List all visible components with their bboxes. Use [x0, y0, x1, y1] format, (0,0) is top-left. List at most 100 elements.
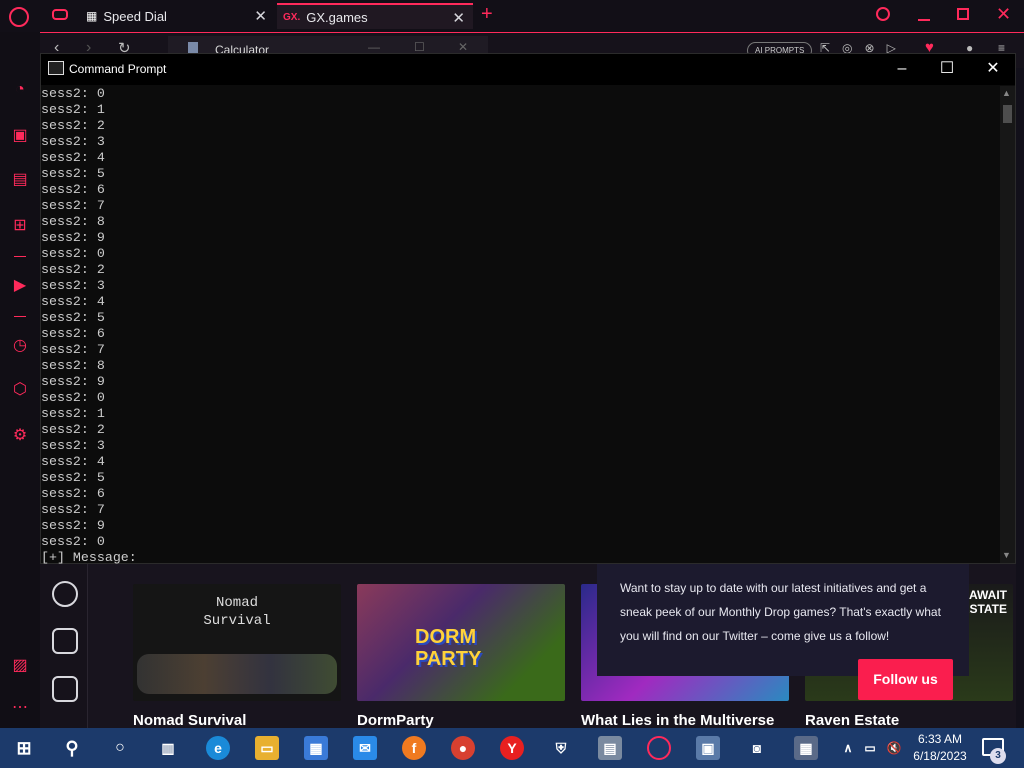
cmd-output-line: sess2: 4: [41, 150, 105, 165]
game-card-dormparty[interactable]: DORM PARTY: [357, 584, 565, 701]
cmd-output-line: sess2: 0: [41, 390, 105, 405]
cmd-output[interactable]: sess2: 0 sess2: 1 sess2: 2 sess2: 3 sess2: 4…: [41, 86, 1001, 564]
edge-icon[interactable]: e: [206, 736, 230, 760]
cmd-output-line: sess2: 9: [41, 374, 105, 389]
game-title[interactable]: Nomad Survival: [133, 712, 246, 729]
gx-logo-icon: GX.: [283, 11, 301, 23]
cpu-icon[interactable]: ⊞: [10, 216, 30, 236]
volume-muted-icon[interactable]: 🔇: [882, 736, 906, 760]
clock[interactable]: 6:33 AM 6/18/2023: [908, 731, 972, 765]
follow-us-button[interactable]: Follow us: [858, 659, 953, 700]
more-icon[interactable]: ⋯: [10, 698, 30, 718]
hourglass-icon[interactable]: [52, 676, 78, 702]
hand-icon[interactable]: [52, 628, 78, 654]
calc-maximize-icon[interactable]: ☐: [414, 40, 425, 54]
sidebar-divider: [14, 256, 26, 257]
tab-speed-dial[interactable]: ▦ Speed Dial ✕: [80, 3, 275, 29]
player-icon[interactable]: ▶: [10, 276, 30, 296]
yandex-icon[interactable]: Y: [500, 736, 524, 760]
search-icon[interactable]: [876, 7, 890, 21]
cmd-output-line: sess2: 3: [41, 438, 105, 453]
command-prompt-window[interactable]: Command Prompt – ☐ ✕ sess2: 0 sess2: 1 ses…: [40, 53, 1016, 564]
cmd-scrollbar[interactable]: ▲ ▼: [1000, 86, 1015, 563]
cmd-output-line: sess2: 5: [41, 310, 105, 325]
tab-label: Speed Dial: [103, 8, 167, 24]
opera-menu-icon[interactable]: [9, 7, 29, 27]
cmd-minimize-button[interactable]: –: [887, 58, 917, 80]
calculator-taskbar-icon[interactable]: ▦: [794, 736, 818, 760]
start-windows-icon[interactable]: ⊞: [12, 736, 36, 760]
cmd-title-bar[interactable]: Command Prompt – ☐ ✕: [41, 54, 1015, 85]
security-shield-icon[interactable]: ⛨: [549, 736, 573, 760]
minimize-browser-icon[interactable]: [918, 19, 930, 21]
close-browser-icon[interactable]: ✕: [996, 4, 1011, 25]
clock-time: 6:33 AM: [917, 732, 963, 746]
tray-chevron-icon[interactable]: ∧: [836, 736, 860, 760]
scroll-up-icon[interactable]: ▲: [1002, 88, 1011, 98]
network-icon[interactable]: ▭: [858, 736, 882, 760]
cmd-icon: [48, 61, 64, 75]
image-icon[interactable]: ▨: [10, 656, 30, 676]
game-title[interactable]: Raven Estate: [805, 712, 899, 729]
cmd-output-line: sess2: 6: [41, 486, 105, 501]
clock-date: 6/18/2023: [913, 749, 967, 763]
speedometer-icon[interactable]: ◔: [10, 80, 30, 100]
scroll-thumb[interactable]: [1003, 105, 1012, 123]
tab-gx-games[interactable]: GX. GX.games ✕: [277, 3, 473, 29]
game-title[interactable]: DormParty: [357, 712, 434, 729]
calc-close-icon[interactable]: ✕: [458, 40, 468, 54]
new-tab-button[interactable]: +: [481, 3, 493, 26]
gear-icon[interactable]: ⚙: [10, 426, 30, 446]
scroll-down-icon[interactable]: ▼: [1002, 550, 1011, 560]
cmd-output-line: sess2: 3: [41, 134, 105, 149]
cmd-output-line: sess2: 2: [41, 422, 105, 437]
cmd-output-line: sess2: 0: [41, 86, 105, 101]
cmd-output-line: sess2: 9: [41, 518, 105, 533]
firefox-icon[interactable]: f: [402, 736, 426, 760]
cmd-output-line: sess2: 3: [41, 278, 105, 293]
restore-browser-icon[interactable]: [957, 8, 969, 20]
cmd-output-line: sess2: 4: [41, 454, 105, 469]
cmd-title: Command Prompt: [69, 62, 167, 76]
close-tab-icon[interactable]: ✕: [254, 7, 267, 25]
cmd-output-line: sess2: 7: [41, 342, 105, 357]
cmd-output-line: sess2: 8: [41, 358, 105, 373]
cmd-output-line: sess2: 6: [41, 182, 105, 197]
cmd-maximize-button[interactable]: ☐: [932, 58, 962, 80]
history-icon[interactable]: ◷: [10, 336, 30, 356]
twitch-icon[interactable]: ▤: [10, 170, 30, 190]
cmd-close-button[interactable]: ✕: [978, 58, 1008, 80]
cmd-output-line: sess2: 2: [41, 118, 105, 133]
cmd-output-line: sess2: 1: [41, 406, 105, 421]
tab-label: GX.games: [306, 9, 368, 25]
calc-minimize-icon[interactable]: —: [368, 40, 380, 54]
close-tab-icon[interactable]: ✕: [452, 9, 465, 27]
chrome-icon[interactable]: ●: [451, 736, 475, 760]
bag-icon[interactable]: ▣: [10, 126, 30, 146]
game-title[interactable]: What Lies in the Multiverse: [581, 712, 774, 729]
game-art-text: DORM PARTY: [415, 626, 482, 670]
cmd-output-line: sess2: 5: [41, 470, 105, 485]
file-explorer-icon[interactable]: ▭: [255, 736, 279, 760]
games-sidebar: [40, 564, 88, 728]
cortana-icon[interactable]: ○: [108, 736, 132, 760]
game-card-nomad-survival[interactable]: Nomad Survival: [133, 584, 341, 701]
notification-count: 3: [990, 748, 1006, 764]
store-icon[interactable]: ▦: [304, 736, 328, 760]
remote-desktop-icon[interactable]: ▤: [598, 736, 622, 760]
search-icon[interactable]: ⚲: [60, 736, 84, 760]
opera-gx-icon[interactable]: [647, 736, 671, 760]
gamepad-icon[interactable]: [52, 9, 68, 20]
community-icon[interactable]: [52, 581, 78, 607]
grid-icon: ▦: [86, 9, 98, 23]
mail-icon[interactable]: ✉: [353, 736, 377, 760]
cmd-output-line: sess2: 8: [41, 214, 105, 229]
cmd-output-line: sess2: 7: [41, 198, 105, 213]
popup-text: Want to stay up to date with our latest …: [620, 581, 941, 643]
cube-icon[interactable]: ⬡: [10, 380, 30, 400]
gx-sidebar: ◔ ▣ ▤ ⊞ ▶ ◷ ⬡ ⚙ ▨ ⋯: [0, 32, 40, 728]
cmd-taskbar-icon[interactable]: ▣: [696, 736, 720, 760]
cmd-output-line: sess2: 5: [41, 166, 105, 181]
task-view-icon[interactable]: ▥: [156, 736, 180, 760]
camera-icon[interactable]: ◙: [745, 736, 769, 760]
